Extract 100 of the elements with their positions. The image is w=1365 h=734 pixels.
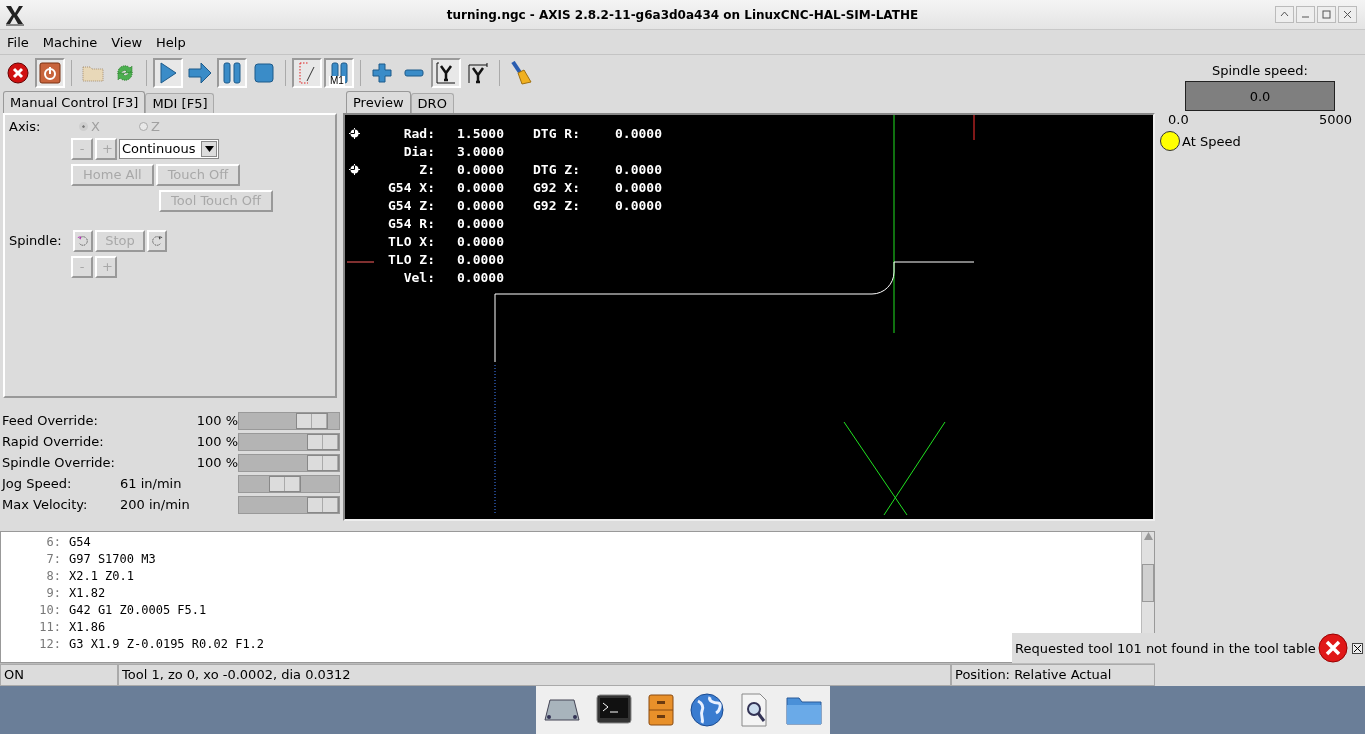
override-label: Feed Override: xyxy=(1,413,99,429)
dro-label: G92 X: xyxy=(533,178,581,197)
gcode-line: G54 xyxy=(69,533,91,551)
override-slider[interactable] xyxy=(238,411,340,430)
line-number: 12: xyxy=(38,635,62,653)
tab[interactable]: Preview xyxy=(346,90,411,113)
override-value: 61 in/min xyxy=(120,476,183,492)
position-mode: Position: Relative Actual xyxy=(951,664,1155,686)
close-icon xyxy=(1353,644,1361,652)
close-icon xyxy=(1343,10,1352,19)
dro-value: 0.0000 xyxy=(457,196,505,215)
dro-value: 0.0000 xyxy=(457,232,505,251)
homed-icon xyxy=(349,128,360,140)
spindle-label: Spindle: xyxy=(9,233,63,249)
line-number: 9: xyxy=(45,584,62,602)
dro-value: 0.0000 xyxy=(457,268,505,287)
dro-label: TLO Z: xyxy=(387,250,435,269)
pause-icon xyxy=(222,61,242,84)
bracketed-y-icon xyxy=(435,61,457,84)
spindle-speed-label: Spindle speed: xyxy=(1212,63,1308,78)
override-value: 100 % xyxy=(195,455,238,471)
close-button[interactable] xyxy=(1338,6,1357,23)
override-value: 200 in/min xyxy=(120,497,191,513)
dro-label: DTG Z: xyxy=(533,160,581,179)
rotate-left-icon xyxy=(77,233,89,248)
dro-value: 3.0000 xyxy=(457,142,505,161)
spindle-cw-button[interactable] xyxy=(147,229,167,252)
window-title: turning.ngc - AXIS 2.8.2-11-g6a3d0a434 on LinuxCNC-HAL-SIM-LATHE xyxy=(445,7,920,22)
dro-label: Dia: xyxy=(402,142,435,161)
gcode-line: G97 S1700 M3 xyxy=(69,550,156,568)
line-number: 10: xyxy=(38,601,62,619)
dro-value: 0.0000 xyxy=(457,250,505,269)
minus-icon xyxy=(404,68,424,77)
folder-icon xyxy=(785,695,822,725)
scale-max: 5000 xyxy=(1318,112,1352,127)
override-slider[interactable] xyxy=(238,495,340,514)
error-icon xyxy=(1317,633,1348,663)
gcode-line: G42 G1 Z0.0005 F5.1 xyxy=(69,601,207,619)
dro-label: Rad: xyxy=(402,124,435,143)
x-logo-icon xyxy=(4,3,26,26)
dro-value: 0.0000 xyxy=(615,196,663,215)
gcode-line: X1.82 xyxy=(69,584,106,602)
globe-icon xyxy=(689,693,724,727)
machine-state: ON xyxy=(0,664,118,686)
line-number: 7: xyxy=(45,550,62,568)
stop-sign-icon xyxy=(7,61,29,84)
drive-icon xyxy=(543,698,580,722)
axis-label: Axis: xyxy=(9,118,42,134)
folder-icon xyxy=(82,63,104,82)
line-number: 8: xyxy=(45,567,62,585)
spindle-ccw-button[interactable] xyxy=(73,229,93,252)
override-value: 100 % xyxy=(195,413,238,429)
dro-value: 0.0000 xyxy=(457,214,505,233)
tab[interactable]: Manual Control [F3] xyxy=(3,90,146,113)
dro-label: G92 Z: xyxy=(533,196,581,215)
dro-value: 0.0000 xyxy=(457,178,505,197)
cabinet-icon xyxy=(647,694,674,726)
gcode-line: X1.86 xyxy=(69,618,106,636)
override-label: Jog Speed: xyxy=(0,476,73,492)
gcode-line: G3 X1.9 Z-0.0195 R0.02 F1.2 xyxy=(69,635,265,653)
close-button[interactable] xyxy=(1351,642,1363,654)
override-value: 100 % xyxy=(195,434,238,450)
gcode-line: X2.1 Z0.1 xyxy=(69,567,135,585)
dro-label: Z: xyxy=(418,160,435,179)
toolbar-button[interactable]: M1 xyxy=(324,57,354,88)
notification-message: Requested tool 101 not found in the tool table xyxy=(1015,640,1316,656)
menu-item[interactable]: File xyxy=(7,34,29,50)
dro-label: G54 R: xyxy=(387,214,435,233)
caret-icon xyxy=(204,145,214,152)
override-slider[interactable] xyxy=(238,432,340,451)
dro-label: DTG R: xyxy=(533,124,581,143)
at-speed-label: At Speed xyxy=(1182,133,1241,149)
up-caret-icon xyxy=(1280,10,1289,19)
override-label: Max Velocity: xyxy=(1,497,89,513)
dro-label: Vel: xyxy=(402,268,435,287)
minimize-button[interactable] xyxy=(1296,6,1315,23)
plus-icon xyxy=(372,62,392,83)
toolbar-button[interactable] xyxy=(431,57,461,88)
terminal-icon xyxy=(595,694,632,726)
bracketed-y-icon xyxy=(467,61,489,84)
spindle-speed-reading: 0.0 xyxy=(1249,88,1271,104)
override-label: Spindle Override: xyxy=(1,455,116,471)
menu-item[interactable]: Help xyxy=(156,34,186,50)
dro-value: 0.0000 xyxy=(457,160,505,179)
right-arrow-icon xyxy=(188,61,212,84)
tab[interactable]: DRO xyxy=(410,92,454,113)
dro-label: G54 X: xyxy=(387,178,435,197)
menu-item[interactable]: View xyxy=(111,34,143,50)
dro-value: 0.0000 xyxy=(615,178,663,197)
menu-item[interactable]: Machine xyxy=(42,34,98,50)
override-slider[interactable] xyxy=(238,474,340,493)
tab[interactable]: MDI [F5] xyxy=(145,92,215,113)
dro-label: TLO X: xyxy=(387,232,435,251)
dro-value: 0.0000 xyxy=(615,160,663,179)
shade-button[interactable] xyxy=(1275,6,1294,23)
magnifier-document-icon xyxy=(739,693,770,727)
line-number: 11: xyxy=(38,618,62,636)
scale-min: 0.0 xyxy=(1168,112,1189,127)
override-slider[interactable] xyxy=(238,453,340,472)
tool-info: Tool 1, zo 0, xo -0.0002, dia 0.0312 xyxy=(118,664,951,686)
